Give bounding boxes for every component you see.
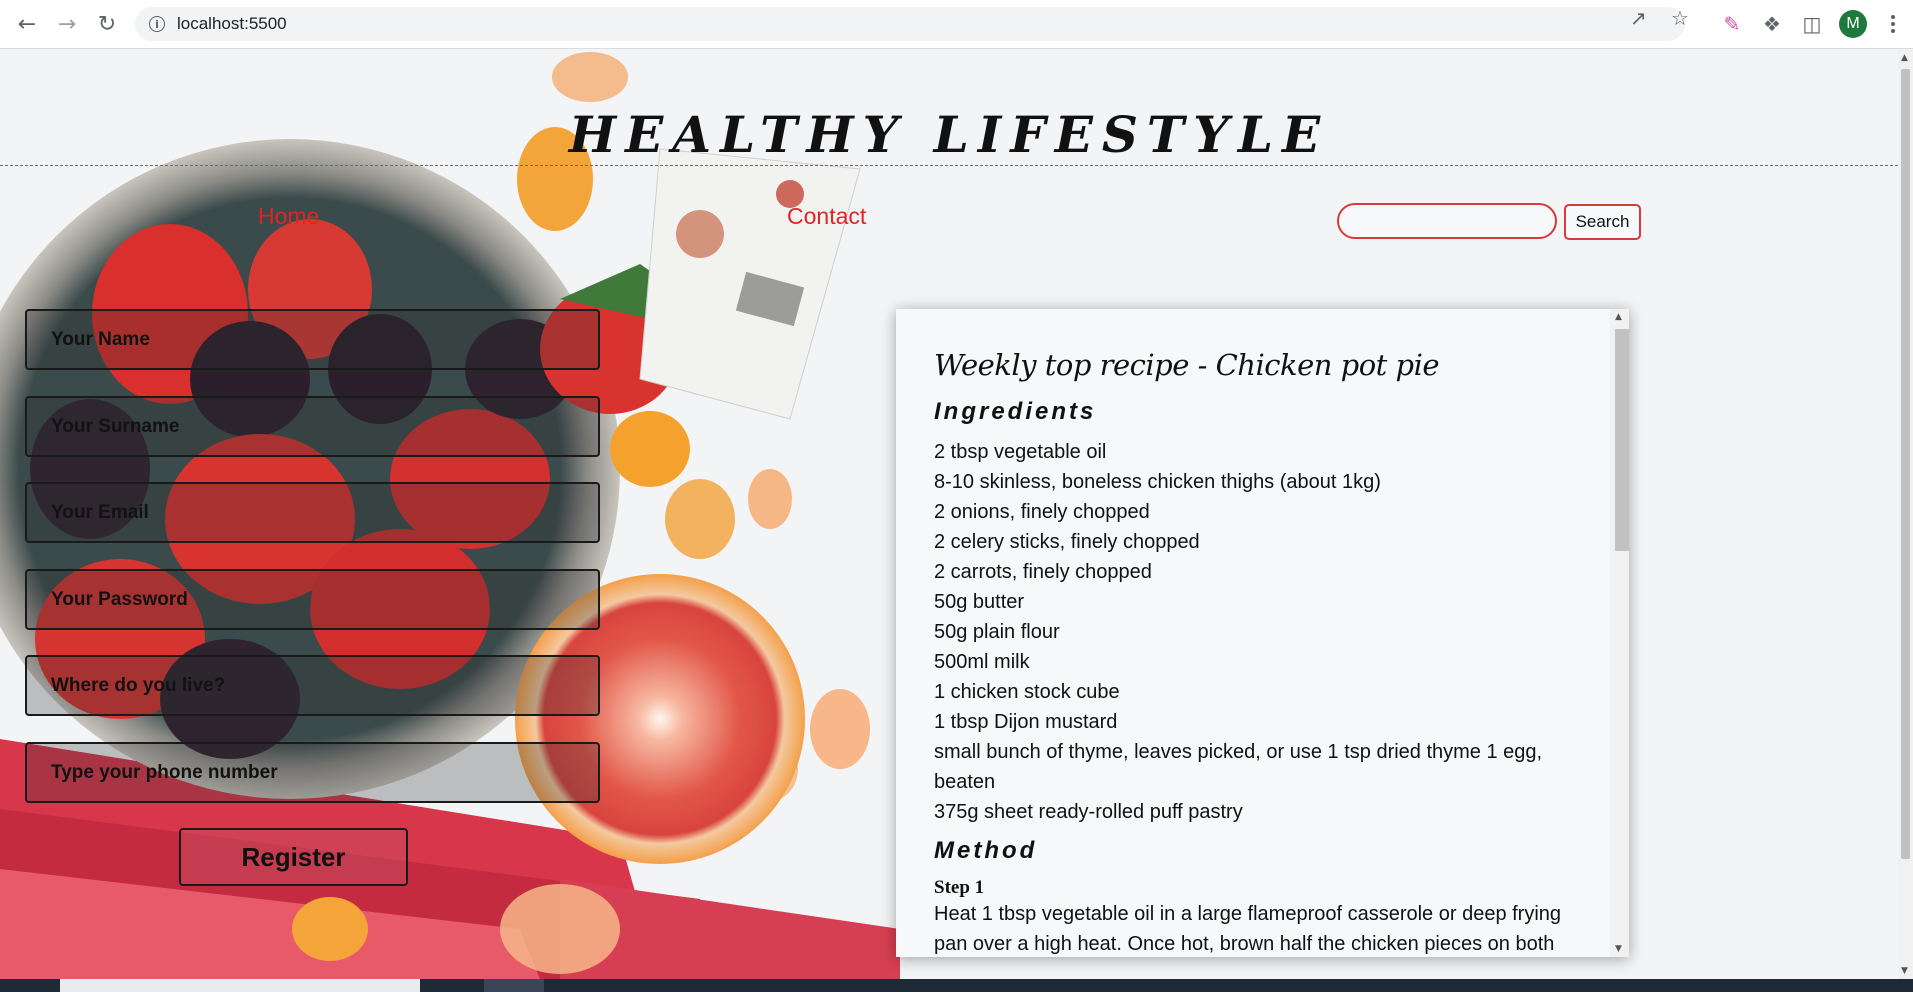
color-picker-extension-icon[interactable]: ✎ — [1718, 10, 1746, 38]
recipe-title: Weekly top recipe - Chicken pot pie — [934, 348, 1440, 382]
forward-arrow-icon[interactable]: → — [52, 10, 82, 38]
recipe-content: Weekly top recipe - Chicken pot pie Ingr… — [934, 309, 1564, 957]
extensions-puzzle-icon[interactable]: ❖ — [1758, 10, 1786, 38]
ingredient-item: 2 celery sticks, finely chopped — [934, 531, 1200, 553]
title-divider — [0, 165, 1898, 166]
search-input[interactable] — [1337, 203, 1557, 239]
page-scroll-thumb[interactable] — [1901, 69, 1910, 859]
step-text: Heat 1 tbsp vegetable oil in a large fla… — [934, 903, 1562, 955]
step-title: Step 1 — [934, 877, 985, 898]
url-text[interactable]: localhost:5500 — [177, 14, 287, 34]
address-bar[interactable]: i localhost:5500 — [135, 7, 1685, 41]
ingredient-item: 2 onions, finely chopped — [934, 501, 1150, 523]
recipe-card[interactable]: Weekly top recipe - Chicken pot pie Ingr… — [896, 309, 1629, 957]
ingredient-item: 1 chicken stock cube — [934, 681, 1120, 703]
method-heading: Method — [934, 837, 1038, 864]
surname-field[interactable] — [25, 396, 600, 457]
page-scrollbar[interactable]: ▲ ▼ — [1898, 49, 1913, 979]
taskbar-item[interactable] — [484, 979, 544, 992]
name-field[interactable] — [25, 309, 600, 370]
location-field[interactable] — [25, 655, 600, 716]
ingredient-item: 2 carrots, finely chopped — [934, 561, 1152, 583]
email-field[interactable] — [25, 482, 600, 543]
nav-link-home[interactable]: Home — [258, 203, 319, 230]
ingredient-item: 375g sheet ready-rolled puff pastry — [934, 801, 1243, 823]
scroll-up-arrow-icon[interactable]: ▲ — [1615, 312, 1622, 322]
taskbar-item[interactable] — [60, 979, 420, 992]
ingredient-item: 1 tbsp Dijon mustard — [934, 711, 1118, 733]
back-arrow-icon[interactable]: ← — [12, 10, 42, 38]
phone-field[interactable] — [25, 742, 600, 803]
recipe-scroll-thumb[interactable] — [1615, 329, 1629, 551]
search-button[interactable]: Search — [1564, 204, 1641, 240]
side-panel-icon[interactable]: ◫ — [1798, 10, 1826, 38]
recipe-scrollbar[interactable]: ▲ ▼ — [1610, 309, 1629, 957]
nav-link-contact[interactable]: Contact — [787, 203, 866, 230]
share-icon[interactable]: ↗ — [1630, 6, 1647, 30]
page-viewport: HEALTHY LIFESTYLE Home Contact Search Re… — [0, 49, 1898, 979]
register-button[interactable]: Register — [179, 828, 408, 886]
ingredient-item: 8-10 skinless, boneless chicken thighs (… — [934, 471, 1381, 493]
ingredient-item: 2 tbsp vegetable oil — [934, 441, 1107, 463]
ingredient-item: 500ml milk — [934, 651, 1030, 673]
ingredient-item: 50g butter — [934, 591, 1025, 613]
menu-kebab-icon[interactable] — [1883, 10, 1903, 38]
ingredient-item: 50g plain flour — [934, 621, 1060, 643]
scroll-down-arrow-icon[interactable]: ▼ — [1615, 944, 1622, 954]
browser-toolbar: ← → ↻ i localhost:5500 ↗ ☆ ✎ ❖ ◫ M — [0, 0, 1913, 49]
profile-avatar[interactable]: M — [1839, 10, 1867, 38]
password-field[interactable] — [25, 569, 600, 630]
site-title: HEALTHY LIFESTYLE — [568, 104, 1330, 164]
bookmark-star-icon[interactable]: ☆ — [1671, 6, 1689, 30]
reload-icon[interactable]: ↻ — [92, 10, 122, 38]
ingredient-item: small bunch of thyme, leaves picked, or … — [934, 741, 1543, 793]
ingredients-list: 2 tbsp vegetable oil 8-10 skinless, bone… — [934, 437, 1564, 827]
ingredients-heading: Ingredients — [934, 398, 1097, 425]
site-info-icon[interactable]: i — [149, 16, 165, 32]
page-scroll-up-icon[interactable]: ▲ — [1901, 53, 1908, 63]
os-taskbar — [0, 979, 1913, 992]
page-scroll-down-icon[interactable]: ▼ — [1901, 966, 1908, 976]
